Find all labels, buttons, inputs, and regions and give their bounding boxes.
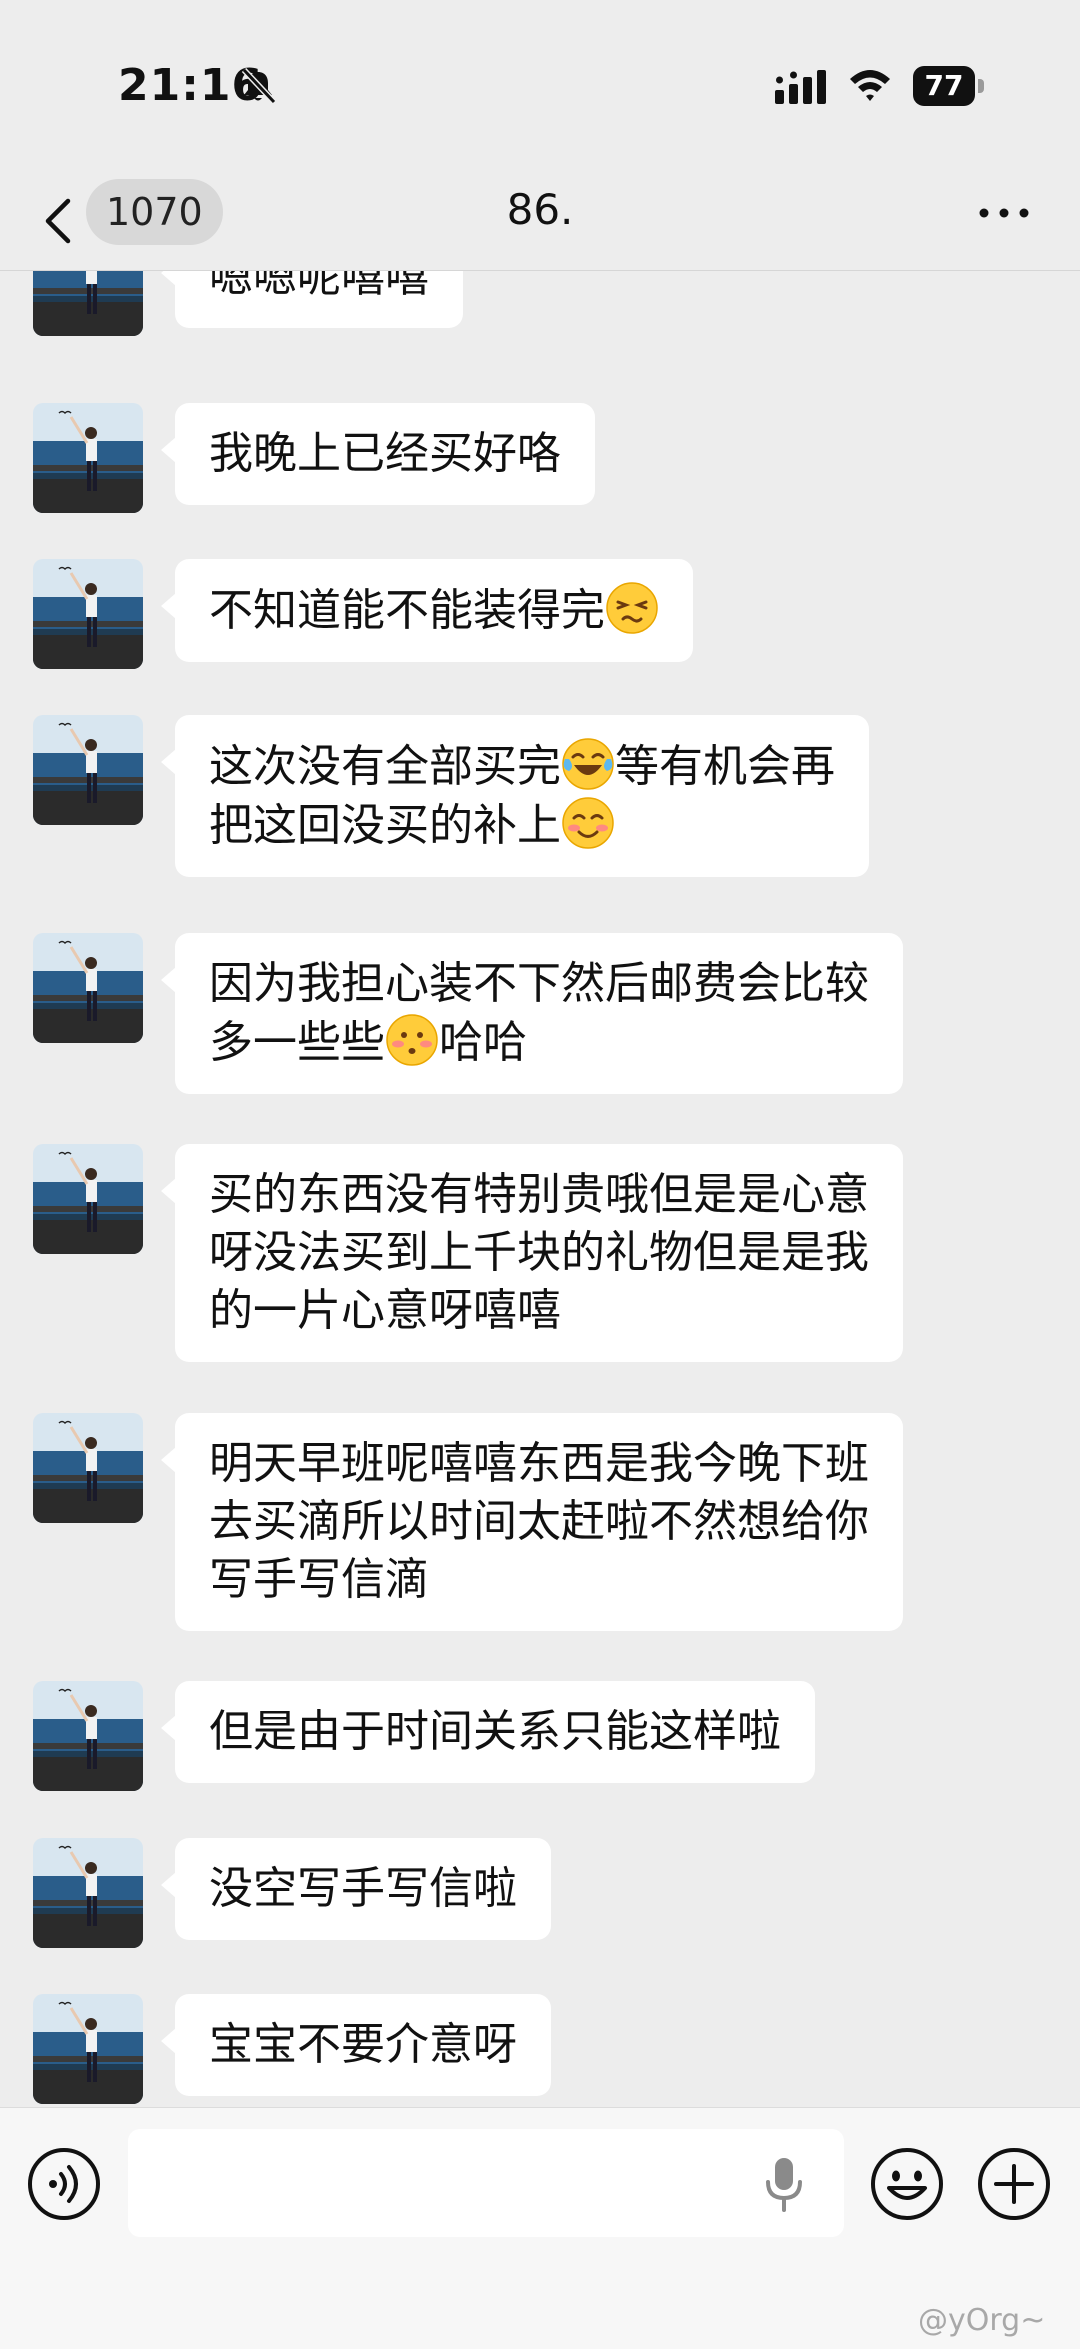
flushed-emoji-icon — [385, 1013, 439, 1067]
watermark: @yOrg~ — [918, 2303, 1046, 2338]
message-text: 但是由于时间关系只能这样啦 — [209, 1706, 781, 1757]
message-bubble[interactable]: 买的东西没有特别贵哦但是是心意 呀没法买到上千块的礼物但是是我 的一片心意呀嘻嘻 — [161, 1144, 903, 1362]
contact-avatar[interactable] — [33, 1144, 143, 1254]
message-input[interactable] — [128, 2129, 844, 2237]
message-text: 没空写手写信啦 — [209, 1863, 517, 1914]
message-text-line2: 把这回没买的补上 — [209, 800, 561, 851]
more-options-icon[interactable] — [976, 185, 1032, 241]
bell-muted-icon — [241, 67, 277, 105]
blush-emoji-icon — [561, 796, 615, 850]
contact-avatar[interactable] — [33, 1681, 143, 1791]
message-bubble[interactable]: 明天早班呢嘻嘻东西是我今晚下班 去买滴所以时间太赶啦不然想给你 写手写信滴 — [161, 1413, 903, 1631]
input-bar: @yOrg~ — [0, 2107, 1080, 2349]
grimace-emoji-icon — [605, 581, 659, 635]
message-bubble[interactable]: 宝宝不要介意呀 — [161, 1994, 551, 2096]
message-bubble[interactable]: 但是由于时间关系只能这样啦 — [161, 1681, 815, 1783]
laugh-cry-emoji-icon — [561, 737, 615, 791]
contact-avatar[interactable] — [33, 1413, 143, 1523]
message-text: 买的东西没有特别贵哦但是是心意 呀没法买到上千块的礼物但是是我 的一片心意呀嘻嘻 — [209, 1169, 869, 1336]
message-text: 宝宝不要介意呀 — [209, 2019, 517, 2070]
message-text: 嗯嗯呢嘻嘻 — [209, 271, 429, 302]
microphone-icon[interactable] — [758, 2154, 810, 2214]
voice-toggle-icon[interactable] — [26, 2146, 102, 2222]
message-text-line1: 因为我担心装不下然后邮费会比较 — [209, 958, 869, 1009]
message-text-line2-tail: 哈哈 — [439, 1017, 527, 1068]
signal-icon — [775, 70, 826, 104]
contact-avatar[interactable] — [33, 1994, 143, 2104]
message-bubble[interactable]: 不知道能不能装得完 — [161, 559, 693, 662]
battery-icon: 77 — [913, 66, 985, 106]
contact-avatar[interactable] — [33, 1838, 143, 1948]
message-text: 不知道能不能装得完 — [209, 585, 605, 636]
unread-count-badge[interactable]: 1070 — [86, 179, 223, 245]
message-text-line1-tail: 等有机会再 — [615, 741, 835, 792]
message-bubble[interactable]: 没空写手写信啦 — [161, 1838, 551, 1940]
emoji-picker-icon[interactable] — [869, 2146, 945, 2222]
battery-level: 77 — [913, 66, 975, 106]
status-bar: 21:16 77 — [0, 0, 1080, 175]
contact-avatar[interactable] — [33, 715, 143, 825]
message-text: 我晚上已经买好咯 — [209, 428, 561, 479]
message-text-line1: 这次没有全部买完 — [209, 741, 561, 792]
chat-header: 1070 86. — [0, 175, 1080, 271]
back-chevron-icon[interactable] — [40, 193, 76, 249]
message-text-line2: 多一些些 — [209, 1017, 385, 1068]
message-list[interactable]: 嗯嗯呢嘻嘻 我晚上已经买好咯 不知道能不能装得完 这次没有全部买完 等有机会再 … — [0, 271, 1080, 2106]
message-bubble[interactable]: 因为我担心装不下然后邮费会比较 多一些些 哈哈 — [161, 933, 903, 1094]
message-bubble[interactable]: 我晚上已经买好咯 — [161, 403, 595, 505]
chat-title: 86. — [506, 185, 574, 234]
contact-avatar[interactable] — [33, 271, 143, 336]
message-bubble[interactable]: 这次没有全部买完 等有机会再 把这回没买的补上 — [161, 715, 869, 877]
contact-avatar[interactable] — [33, 933, 143, 1043]
message-bubble[interactable]: 嗯嗯呢嘻嘻 — [161, 271, 463, 328]
message-text: 明天早班呢嘻嘻东西是我今晚下班 去买滴所以时间太赶啦不然想给你 写手写信滴 — [209, 1438, 869, 1605]
wifi-icon — [850, 70, 890, 101]
add-attachment-icon[interactable] — [976, 2146, 1052, 2222]
contact-avatar[interactable] — [33, 559, 143, 669]
contact-avatar[interactable] — [33, 403, 143, 513]
